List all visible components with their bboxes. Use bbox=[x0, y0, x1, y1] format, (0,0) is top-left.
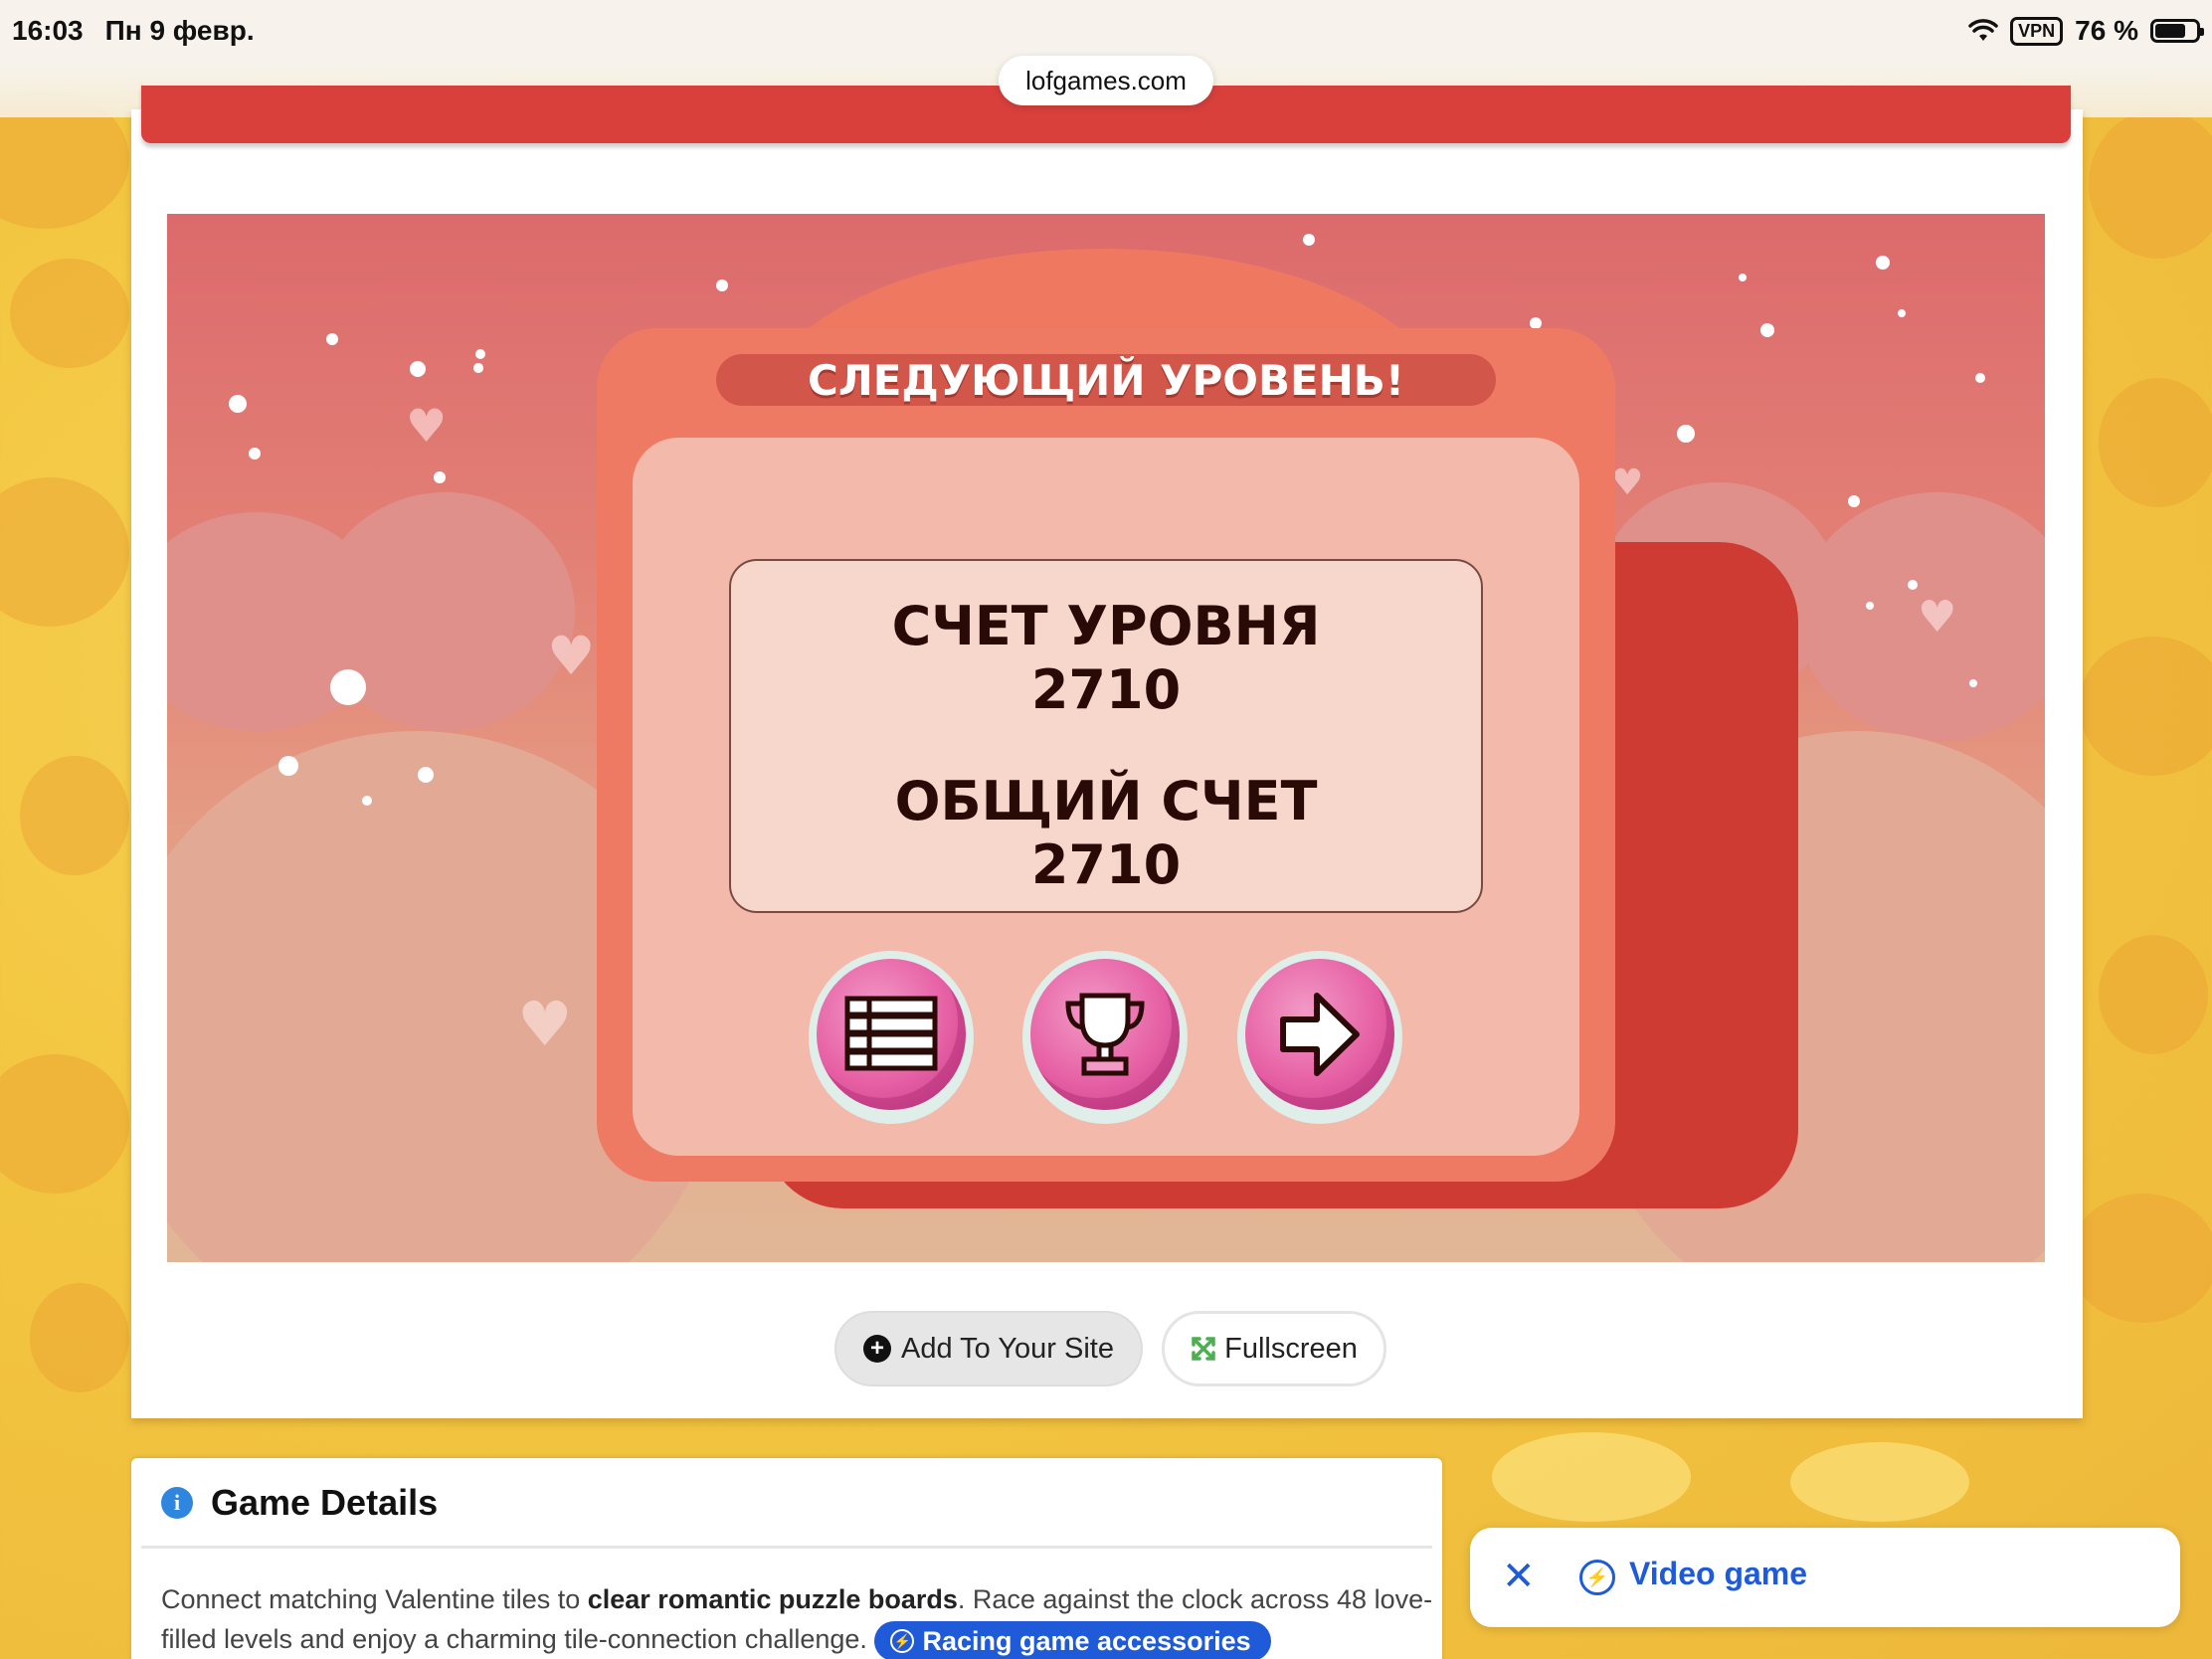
background-blob bbox=[1790, 1442, 1969, 1522]
dialog-title: СЛЕДУЮЩИЙ УРОВЕНЬ! bbox=[808, 355, 1404, 405]
close-icon[interactable]: ✕ bbox=[1502, 1554, 1536, 1599]
arrow-right-icon bbox=[1280, 993, 1360, 1076]
score-box: СЧЕТ УРОВНЯ 2710 ОБЩИЙ СЧЕТ 2710 bbox=[729, 559, 1483, 913]
background-blob bbox=[20, 756, 129, 875]
total-score-value: 2710 bbox=[1030, 833, 1182, 896]
heart-icon: ♥ bbox=[1611, 462, 1644, 503]
status-indicators: VPN 76 % bbox=[1968, 15, 2204, 47]
background-blob bbox=[2099, 935, 2208, 1054]
battery-icon bbox=[2150, 19, 2204, 43]
snow-dot bbox=[1898, 309, 1906, 317]
snow-dot bbox=[330, 669, 366, 705]
description-bold: clear romantic puzzle boards bbox=[587, 1584, 958, 1614]
snow-dot bbox=[1908, 580, 1918, 590]
chip-label: Racing game accessories bbox=[922, 1625, 1251, 1656]
background-blob bbox=[0, 477, 129, 627]
snow-dot bbox=[1760, 323, 1774, 337]
status-time: 16:03 bbox=[12, 15, 84, 46]
background-blob bbox=[0, 1054, 129, 1194]
game-details-card: i Game Details Connect matching Valentin… bbox=[131, 1458, 1442, 1659]
snow-dot bbox=[1866, 602, 1874, 610]
fullscreen-button[interactable]: Fullscreen bbox=[1162, 1311, 1386, 1386]
battery-fill bbox=[2155, 24, 2186, 38]
status-bar: 16:03 Пн 9 февр. VPN 76 % bbox=[0, 0, 2212, 62]
info-icon: i bbox=[161, 1487, 193, 1519]
background-blob bbox=[2079, 637, 2212, 776]
level-score-value: 2710 bbox=[1030, 658, 1182, 721]
racing-accessories-chip[interactable]: ⚡ Racing game accessories bbox=[874, 1620, 1271, 1659]
trophy-icon bbox=[1065, 993, 1145, 1076]
background-blob bbox=[2089, 109, 2212, 259]
background-blob bbox=[10, 259, 129, 368]
snow-dot bbox=[716, 279, 728, 291]
snow-dot bbox=[1975, 373, 1985, 383]
heart-icon: ♥ bbox=[406, 399, 448, 453]
snow-dot bbox=[1969, 679, 1977, 687]
menu-button[interactable] bbox=[809, 951, 974, 1124]
snow-dot bbox=[1677, 425, 1695, 443]
status-date: Пн 9 февр. bbox=[104, 15, 255, 46]
details-title: Game Details bbox=[211, 1482, 439, 1523]
next-level-button[interactable] bbox=[1237, 951, 1402, 1124]
snow-dot bbox=[362, 796, 372, 806]
menu-list-icon bbox=[844, 996, 938, 1071]
details-header: i Game Details bbox=[161, 1482, 438, 1524]
leaderboard-button[interactable] bbox=[1022, 951, 1188, 1124]
heart-icon: ♥ bbox=[517, 988, 573, 1060]
bolt-icon: ⚡ bbox=[1579, 1560, 1615, 1595]
snow-dot bbox=[410, 361, 426, 377]
snow-dot bbox=[326, 333, 338, 345]
details-description: Connect matching Valentine tiles to clea… bbox=[161, 1579, 1434, 1659]
wifi-icon bbox=[1968, 19, 1998, 41]
fullscreen-label: Fullscreen bbox=[1224, 1332, 1358, 1365]
video-game-label: Video game bbox=[1629, 1556, 1808, 1591]
snow-dot bbox=[1848, 495, 1860, 507]
add-to-site-label: Add To Your Site bbox=[901, 1332, 1114, 1365]
heart-icon: ♥ bbox=[547, 625, 596, 687]
battery-percent: 76 % bbox=[2075, 15, 2138, 46]
add-to-site-button[interactable]: + Add To Your Site bbox=[834, 1311, 1143, 1386]
url-bar[interactable]: lofgames.com bbox=[999, 56, 1213, 105]
level-score-label: СЧЕТ УРОВНЯ bbox=[891, 595, 1321, 657]
bolt-icon: ⚡ bbox=[890, 1628, 915, 1653]
video-game-popup[interactable]: ✕ ⚡ Video game bbox=[1470, 1528, 2180, 1627]
divider bbox=[141, 1546, 1432, 1549]
snow-dot bbox=[229, 395, 247, 413]
url-text: lofgames.com bbox=[1025, 65, 1187, 95]
expand-icon bbox=[1192, 1337, 1215, 1361]
heart-icon: ♥ bbox=[1918, 592, 1957, 643]
snow-dot bbox=[418, 767, 434, 783]
background-blob bbox=[30, 1283, 129, 1392]
snow-dot bbox=[473, 363, 483, 373]
plus-circle-icon: + bbox=[863, 1335, 892, 1363]
snow-dot bbox=[1739, 274, 1747, 281]
snow-dot bbox=[1876, 256, 1890, 270]
description-text: Connect matching Valentine tiles to bbox=[161, 1584, 588, 1614]
background-blob bbox=[2069, 1194, 2212, 1323]
background-blob bbox=[1492, 1432, 1691, 1522]
snow-dot bbox=[249, 448, 261, 460]
snow-dot bbox=[1303, 234, 1315, 246]
background-blob bbox=[2099, 378, 2212, 507]
snow-dot bbox=[475, 349, 485, 359]
total-score-label: ОБЩИЙ СЧЕТ bbox=[894, 770, 1318, 832]
snow-dot bbox=[434, 471, 446, 483]
snow-dot bbox=[278, 756, 298, 776]
vpn-badge: VPN bbox=[2010, 16, 2064, 46]
dialog-title-band: СЛЕДУЮЩИЙ УРОВЕНЬ! bbox=[716, 354, 1496, 406]
